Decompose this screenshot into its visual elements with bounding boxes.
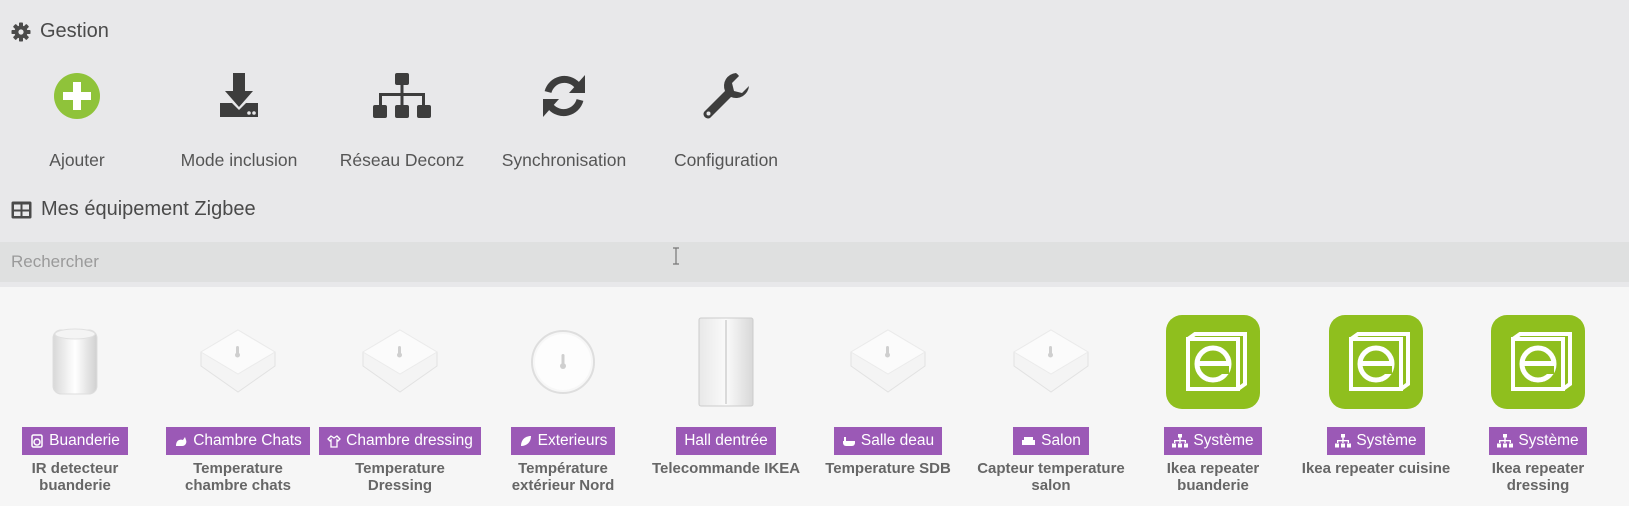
room-badge: Système xyxy=(1327,427,1425,455)
sitemap-icon xyxy=(1497,434,1514,448)
download-icon xyxy=(220,73,258,117)
room-badge: Exterieurs xyxy=(510,427,616,455)
inclusion-mode-label: Mode inclusion xyxy=(180,150,298,170)
device-name: Ikea repeater cuisine xyxy=(1301,460,1451,477)
device-image xyxy=(1132,287,1294,427)
device-card[interactable]: Salle deau Temperature SDB xyxy=(807,287,969,477)
devices-title-text: Mes équipement Zigbee xyxy=(41,198,256,220)
temperature-sensor-image xyxy=(362,329,438,393)
add-button[interactable]: Ajouter xyxy=(2,60,152,171)
bath-icon xyxy=(842,437,855,446)
device-image xyxy=(645,287,807,427)
device-image xyxy=(807,287,969,427)
inclusion-mode-button[interactable]: Mode inclusion xyxy=(164,60,314,171)
shirt-icon xyxy=(327,435,342,448)
room-badge: Hall dentrée xyxy=(676,427,776,455)
device-image xyxy=(157,287,319,427)
temperature-sensor-image xyxy=(850,329,926,393)
sync-label: Synchronisation xyxy=(501,150,627,170)
sitemap-icon xyxy=(1172,434,1189,448)
device-card[interactable]: Chambre dressing Temperature Dressing xyxy=(319,287,481,494)
gestion-title-text: Gestion xyxy=(40,20,109,42)
device-name: Temperature SDB xyxy=(825,460,951,477)
plus-circle-icon xyxy=(54,73,100,119)
device-name: Temperature Dressing xyxy=(355,460,445,494)
room-badge: Système xyxy=(1164,427,1262,455)
table-icon xyxy=(11,201,32,218)
text-cursor-icon xyxy=(673,247,679,265)
configuration-button[interactable]: Configuration xyxy=(651,60,801,171)
device-card[interactable]: Salon Capteur temperature salon xyxy=(970,287,1132,494)
device-name: Température extérieur Nord xyxy=(511,460,615,494)
sync-button[interactable]: Synchronisation xyxy=(489,60,639,171)
add-button-label: Ajouter xyxy=(49,150,105,170)
leaf-icon xyxy=(520,436,531,446)
deconz-logo-image xyxy=(1491,315,1585,409)
cat-icon xyxy=(176,437,187,446)
wall-switch-image xyxy=(698,317,754,407)
device-name: Telecommande IKEA xyxy=(651,460,801,477)
device-image xyxy=(0,287,156,427)
deconz-logo-image xyxy=(1166,315,1260,409)
gestion-section-title: Gestion xyxy=(11,20,109,43)
room-badge: Buanderie xyxy=(22,427,128,455)
sofa-icon xyxy=(1022,437,1036,445)
device-card[interactable]: Système Ikea repeater buanderie xyxy=(1132,287,1294,494)
device-card[interactable]: Système Ikea repeater dressing xyxy=(1457,287,1619,494)
deconz-network-button[interactable]: Réseau Deconz xyxy=(327,60,477,171)
room-badge: Système xyxy=(1489,427,1587,455)
room-badge: Salon xyxy=(1013,427,1089,455)
device-card[interactable]: Hall dentrée Telecommande IKEA xyxy=(645,287,807,477)
device-name: Capteur temperature salon xyxy=(977,460,1125,494)
room-badge: Chambre dressing xyxy=(319,427,481,455)
wrench-icon xyxy=(703,73,749,119)
sitemap-icon xyxy=(1335,434,1352,448)
device-name: Ikea repeater buanderie xyxy=(1166,460,1260,494)
device-grid: Buanderie IR detecteur buanderie Chambre… xyxy=(0,287,1629,506)
configuration-label: Configuration xyxy=(673,150,779,170)
device-name: Temperature chambre chats xyxy=(185,460,291,494)
temperature-sensor-round-image xyxy=(531,330,595,394)
refresh-icon xyxy=(543,75,585,117)
temperature-sensor-image xyxy=(1013,329,1089,393)
washer-icon xyxy=(31,434,43,448)
device-image xyxy=(482,287,644,427)
device-image xyxy=(1457,287,1619,427)
search-bar xyxy=(0,242,1629,282)
devices-section-title: Mes équipement Zigbee xyxy=(11,198,256,221)
device-image xyxy=(1295,287,1457,427)
temperature-sensor-image xyxy=(200,329,276,393)
device-card[interactable]: Système Ikea repeater cuisine xyxy=(1295,287,1457,477)
deconz-logo-image xyxy=(1329,315,1423,409)
device-image xyxy=(319,287,481,427)
motion-sensor-image xyxy=(52,328,98,395)
device-card[interactable]: Chambre Chats Temperature chambre chats xyxy=(157,287,319,494)
device-card[interactable]: Buanderie IR detecteur buanderie xyxy=(0,287,156,494)
room-badge: Salle deau xyxy=(833,427,943,455)
room-badge: Chambre Chats xyxy=(166,427,310,455)
search-input[interactable] xyxy=(0,242,1629,282)
device-image xyxy=(970,287,1132,427)
device-name: IR detecteur buanderie xyxy=(31,460,119,494)
sitemap-icon xyxy=(373,73,431,118)
gear-icon xyxy=(11,22,31,41)
device-name: Ikea repeater dressing xyxy=(1491,460,1585,494)
device-card[interactable]: Exterieurs Température extérieur Nord xyxy=(482,287,644,494)
deconz-network-label: Réseau Deconz xyxy=(339,150,465,170)
